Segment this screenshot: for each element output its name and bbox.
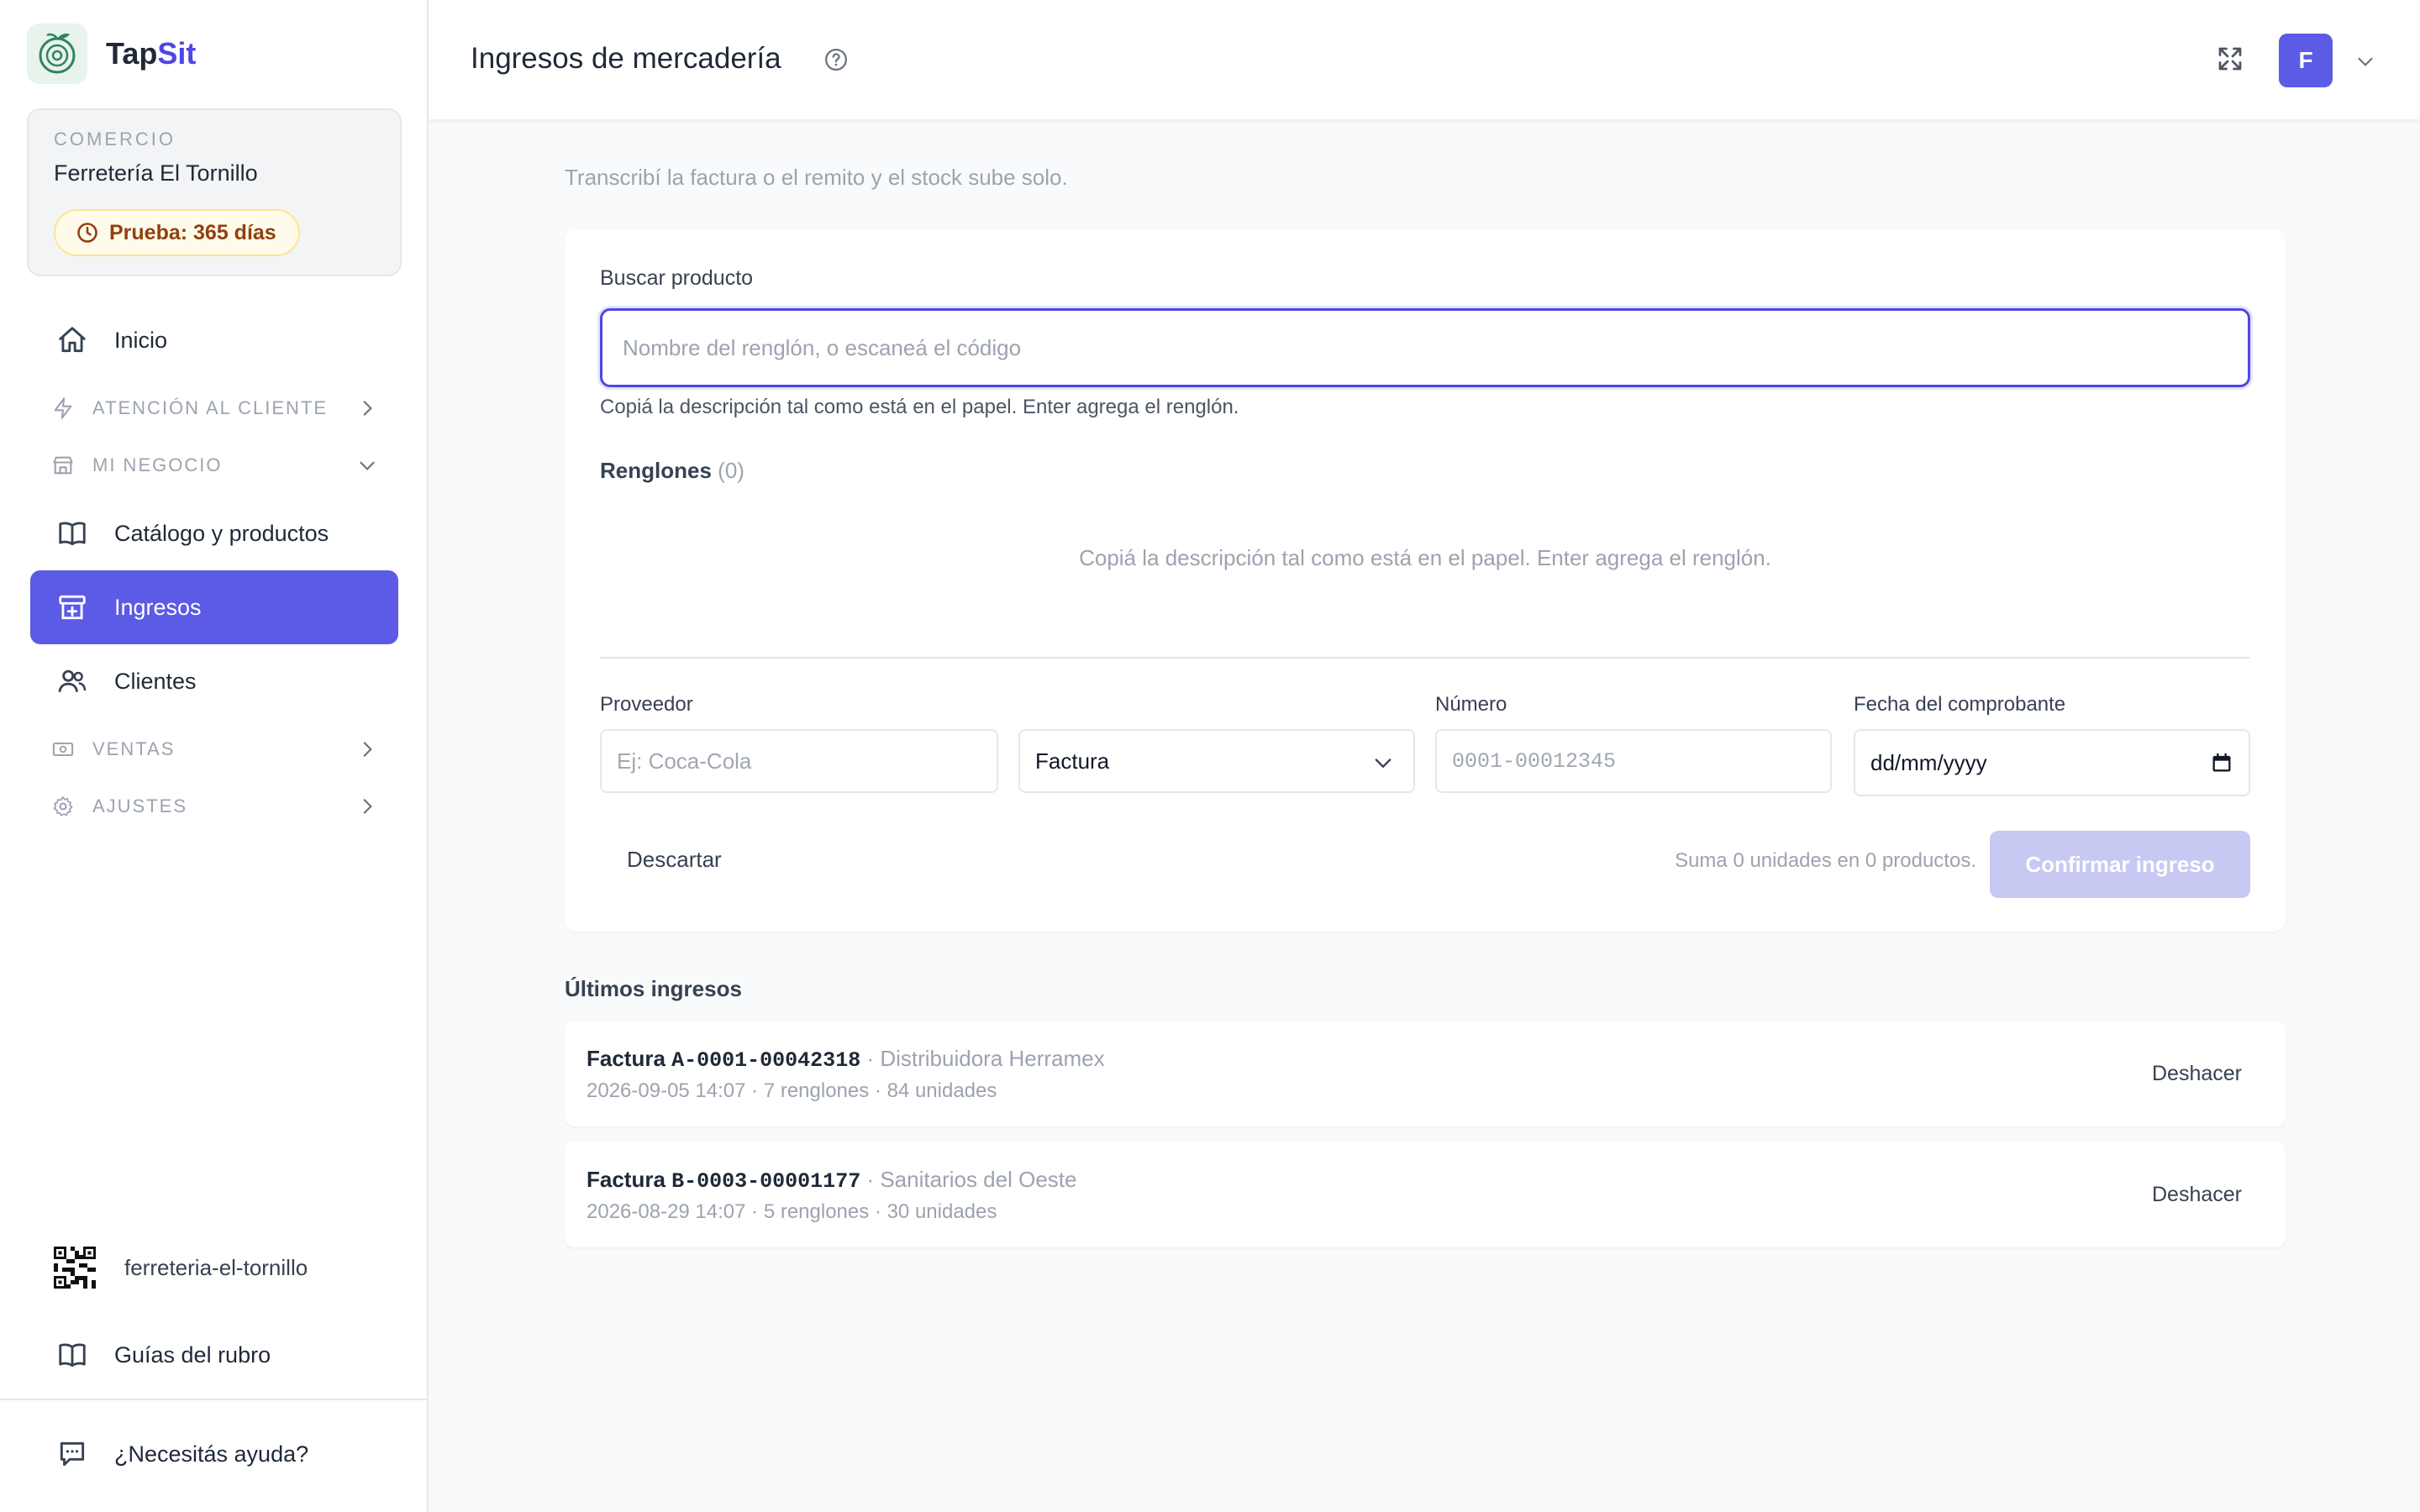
qr-code-icon [54,1247,96,1289]
store-name: Ferretería El Tornillo [54,160,258,186]
archive-plus-icon [55,591,89,624]
sidebar-item-label: Ingresos [114,594,202,620]
chevron-down-icon [356,454,378,476]
sidebar-group-label: AJUSTES [92,795,188,816]
store-icon [50,453,76,478]
date-placeholder: dd/mm/yyyy [1870,749,1987,775]
page-title: Ingresos de mercadería [471,42,781,75]
top-bar: Ingresos de mercadería F [429,0,2420,121]
store-slug: ferreteria-el-tornillo [124,1254,308,1280]
brand-name-part2: Sit [157,36,197,71]
recent-item-meta: 2026-08-29 14:07 · 5 renglones · 30 unid… [587,1200,997,1223]
trial-badge: Prueba: 365 días [54,209,300,256]
sidebar-item-inicio[interactable]: Inicio [30,303,398,377]
avatar[interactable]: F [2279,34,2333,87]
sidebar-group-label: VENTAS [92,738,176,759]
recent-item-separator: · [866,1167,875,1192]
expand-icon[interactable] [2215,44,2245,74]
recent-item-title: Factura A-0001-00042318 · Distribuidora … [587,1046,1105,1073]
recent-item-kind: Factura [587,1167,666,1192]
supplier-input[interactable] [600,729,998,793]
page-subtitle: Transcribí la factura o el remito y el s… [565,165,1068,190]
sidebar-item-label: Clientes [114,668,197,694]
sidebar: TapSit COMERCIO Ferretería El Tornillo P… [0,0,429,1512]
card-divider [600,657,2250,659]
question-circle-icon[interactable] [823,47,849,72]
search-hint: Copiá la descripción tal como está en el… [600,396,1239,418]
recent-item: Factura B-0003-00001177 · Sanitarios del… [565,1142,2286,1247]
sidebar-item-ingresos[interactable]: Ingresos [30,570,398,644]
sidebar-group-atencion[interactable]: ATENCIÓN AL CLIENTE [30,387,398,429]
book-open-icon [55,517,89,550]
sidebar-item-ayuda[interactable]: ¿Necesitás ayuda? [30,1417,398,1491]
doc-type-value: Factura [1035,748,1110,774]
cash-icon [50,737,76,762]
store-card: COMERCIO Ferretería El Tornillo Prueba: … [27,108,402,276]
number-input[interactable] [1435,729,1832,793]
home-icon [55,323,89,357]
sidebar-group-ajustes[interactable]: AJUSTES [30,785,398,827]
recent-item-supplier: Sanitarios del Oeste [880,1167,1077,1192]
undo-button[interactable]: Deshacer [2130,1165,2264,1224]
recent-title: Últimos ingresos [565,976,742,1001]
search-label: Buscar producto [600,266,754,290]
sidebar-item-label: ¿Necesitás ayuda? [114,1441,309,1467]
sidebar-item-label: Inicio [114,327,168,353]
leaf-logo-icon [27,24,87,84]
chevron-down-icon [1371,751,1395,774]
chat-bubble-icon [55,1437,89,1471]
store-label: COMERCIO [54,129,176,150]
sidebar-item-catalogo[interactable]: Catálogo y productos [30,496,398,570]
confirm-ingreso-button[interactable]: Confirmar ingreso [1990,831,2250,898]
book-open-icon [55,1338,89,1372]
sidebar-item-label: Catálogo y productos [114,520,329,546]
chevron-right-icon [356,738,378,760]
ingreso-form-card: Buscar producto Copiá la descripción tal… [565,229,2286,932]
recent-item-supplier: Distribuidora Herramex [880,1046,1105,1071]
chevron-right-icon [356,397,378,419]
search-input[interactable] [600,308,2250,387]
trial-text: Prueba: 365 días [109,220,276,244]
recent-item-number: B-0003-00001177 [671,1169,861,1194]
users-icon [55,664,89,698]
sidebar-item-guias[interactable]: Guías del rubro [30,1318,398,1392]
recent-item-number: A-0001-00042318 [671,1048,861,1073]
rows-title-text: Renglones [600,458,712,483]
sidebar-group-label: MI NEGOCIO [92,454,223,475]
doc-type-select[interactable]: Factura [1018,729,1415,793]
sidebar-group-negocio[interactable]: MI NEGOCIO [30,444,398,486]
bolt-icon [50,396,76,421]
date-input[interactable]: dd/mm/yyyy [1854,729,2250,796]
recent-item-title: Factura B-0003-00001177 · Sanitarios del… [587,1167,1076,1194]
brand[interactable]: TapSit [27,24,196,84]
brand-name: TapSit [106,36,196,71]
recent-item-kind: Factura [587,1046,666,1071]
supplier-label: Proveedor [600,693,693,716]
recent-item-separator: · [866,1046,875,1071]
chevron-down-icon[interactable] [2354,50,2376,72]
sidebar-group-label: ATENCIÓN AL CLIENTE [92,397,329,418]
sidebar-item-clientes[interactable]: Clientes [30,644,398,718]
clock-icon [76,221,99,244]
calendar-icon[interactable] [2210,751,2233,774]
recent-item: Factura A-0001-00042318 · Distribuidora … [565,1021,2286,1126]
rows-empty-message: Copiá la descripción tal como está en el… [1079,545,1771,570]
number-label: Número [1435,693,1507,716]
rows-title: Renglones (0) [600,458,744,484]
sidebar-divider [0,1399,429,1400]
undo-button[interactable]: Deshacer [2130,1044,2264,1103]
discard-button[interactable]: Descartar [600,827,749,891]
chevron-right-icon [356,795,378,817]
brand-name-part1: Tap [106,36,158,71]
recent-item-meta: 2026-09-05 14:07 · 7 renglones · 84 unid… [587,1079,997,1102]
gear-icon [50,794,76,819]
summary-text: Suma 0 unidades en 0 productos. [1675,849,1976,872]
rows-count: (0) [718,458,744,483]
sidebar-item-label: Guías del rubro [114,1341,271,1368]
store-qr-link[interactable]: ferreteria-el-tornillo [54,1247,308,1289]
date-label: Fecha del comprobante [1854,693,2066,716]
sidebar-group-ventas[interactable]: VENTAS [30,728,398,770]
